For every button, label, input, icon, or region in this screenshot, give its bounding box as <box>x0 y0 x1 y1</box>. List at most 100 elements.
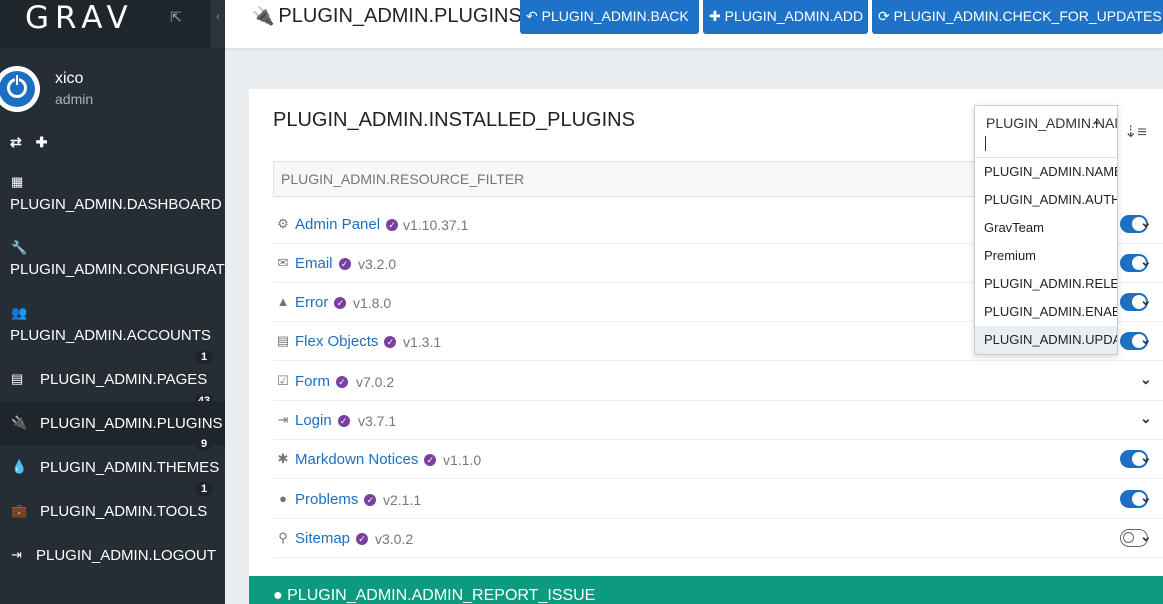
plugin-version: v7.0.2 <box>356 374 395 390</box>
plugin-name-link[interactable]: Sitemap ✓ <box>295 530 369 547</box>
asterisk-icon: ✱ <box>277 451 289 466</box>
sidebar: GRAV ⇱ ‹ xico admin ⇄ ✚ ▦ PLUGIN_ADMIN.DA… <box>0 0 225 604</box>
sidebar-item-label: PLUGIN_ADMIN.CONFIGURATION <box>10 261 225 278</box>
plugin-name-link[interactable]: Login ✓ <box>295 412 350 429</box>
plugin-row[interactable]: ⚲ Sitemap ✓ v3.0.2 ⌄ <box>273 519 1163 558</box>
plugin-row[interactable]: ⇥ Login ✓ v3.7.1 ⌄ <box>273 401 1163 440</box>
plugin-name-link[interactable]: Email ✓ <box>295 255 351 272</box>
sort-option[interactable]: PLUGIN_ADMIN.UPDATES <box>975 326 1117 354</box>
resource-filter[interactable] <box>273 161 993 197</box>
sidebar-item-label: PLUGIN_ADMIN.TOOLS <box>40 503 208 520</box>
brand-bar: GRAV ⇱ ‹ <box>0 0 225 48</box>
sidebar-item-label: PLUGIN_ADMIN.ACCOUNTS <box>10 327 211 344</box>
filter-input[interactable] <box>274 162 992 196</box>
quick-actions: ⇄ ✚ <box>10 134 61 151</box>
exclamation-circle-icon: ● <box>279 491 287 506</box>
chevron-down-icon[interactable]: ⌄ <box>1140 449 1152 466</box>
sidebar-item-configuration[interactable]: 🔧 PLUGIN_ADMIN.CONFIGURATION <box>0 238 225 298</box>
sidebar-item-label: PLUGIN_ADMIN.PLUGINS <box>40 415 223 432</box>
refresh-icon[interactable]: ⇄ <box>10 134 22 150</box>
report-issue-button[interactable]: ● PLUGIN_ADMIN.ADMIN_REPORT_ISSUE <box>249 576 1163 604</box>
chevron-down-icon[interactable]: ⌄ <box>1140 528 1152 545</box>
plugin-name-link[interactable]: Admin Panel ✓ <box>295 216 399 233</box>
plugin-row[interactable]: ✱ Markdown Notices ✓ v1.1.0 ⌄ <box>273 440 1163 479</box>
chevron-down-icon[interactable]: ⌄ <box>1140 489 1152 506</box>
sidebar-item-plugins[interactable]: 🔌 PLUGIN_ADMIN.PLUGINS 9 <box>0 401 225 451</box>
tint-icon: 💧 <box>11 459 28 474</box>
sign-out-icon: ⇥ <box>11 547 22 562</box>
sort-select-input[interactable]: PLUGIN_ADMIN.NAME ⌃ <box>975 106 1117 158</box>
chevron-left-icon[interactable]: ‹ <box>211 0 225 48</box>
sort-option[interactable]: PLUGIN_ADMIN.RELEASE_DATE <box>975 270 1117 298</box>
plus-icon: ✚ <box>709 8 721 24</box>
chevron-down-icon[interactable]: ⌄ <box>1140 410 1152 427</box>
verified-icon: ✓ <box>334 297 347 309</box>
chevron-down-icon[interactable]: ⌄ <box>1140 214 1152 231</box>
users-icon: 👥 <box>11 305 28 320</box>
plugin-row[interactable]: ☑ Form ✓ v7.0.2 ⌄ <box>273 362 1163 401</box>
plugin-name-link[interactable]: Form ✓ <box>295 373 348 390</box>
sort-amount-icon[interactable]: ⇣≡ <box>1124 122 1147 142</box>
plug-icon: 🔌 <box>11 415 28 430</box>
check-updates-button[interactable]: ⟳ PLUGIN_ADMIN.CHECK_FOR_UPDATES <box>872 0 1163 34</box>
chevron-down-icon[interactable]: ⌄ <box>1140 253 1152 270</box>
plugin-version: v3.7.1 <box>358 413 397 429</box>
sort-option[interactable]: Premium <box>975 242 1117 270</box>
github-icon: ● <box>273 587 283 604</box>
sort-option[interactable]: PLUGIN_ADMIN.AUTHOR <box>975 186 1117 214</box>
sidebar-item-accounts[interactable]: 👥 PLUGIN_ADMIN.ACCOUNTS 1 <box>0 303 225 364</box>
chevron-up-icon[interactable]: ⌃ <box>1091 119 1101 133</box>
grid-icon: ▦ <box>11 174 24 189</box>
plugin-version: v3.2.0 <box>358 256 397 272</box>
user-profile[interactable]: xico admin <box>0 60 225 120</box>
plugin-version: v3.0.2 <box>375 531 414 547</box>
list-alt-icon: ▤ <box>276 333 290 348</box>
top-bar: 🔌 PLUGIN_ADMIN.PLUGINS ↶ PLUGIN_ADMIN.BAC… <box>225 0 1163 48</box>
text-cursor <box>985 136 986 151</box>
sidebar-item-tools[interactable]: 💼 PLUGIN_ADMIN.TOOLS <box>0 496 225 540</box>
sidebar-item-dashboard[interactable]: ▦ PLUGIN_ADMIN.DASHBOARD <box>0 172 225 232</box>
sort-option[interactable]: GravTeam <box>975 214 1117 242</box>
external-link-icon[interactable]: ⇱ <box>170 9 182 26</box>
sidebar-item-logout[interactable]: ⇥ PLUGIN_ADMIN.LOGOUT <box>0 540 225 584</box>
plugin-name-link[interactable]: Error ✓ <box>295 294 347 311</box>
user-role: admin <box>55 91 94 107</box>
avatar <box>0 66 40 112</box>
sort-option[interactable]: PLUGIN_ADMIN.ENABLED <box>975 298 1117 326</box>
chevron-down-icon[interactable]: ⌄ <box>1140 371 1152 388</box>
envelope-icon: ✉ <box>277 255 289 270</box>
verified-icon: ✓ <box>356 533 369 545</box>
wrench-icon: 🔧 <box>11 240 28 255</box>
back-button[interactable]: ↶ PLUGIN_ADMIN.BACK <box>520 0 699 34</box>
section-title: PLUGIN_ADMIN.INSTALLED_PLUGINS <box>273 109 635 131</box>
sidebar-item-themes[interactable]: 💧 PLUGIN_ADMIN.THEMES 1 <box>0 452 225 496</box>
user-name: xico <box>55 70 84 87</box>
grav-logo[interactable]: GRAV <box>25 0 134 36</box>
sidebar-item-label: PLUGIN_ADMIN.THEMES <box>40 459 220 476</box>
chevron-down-icon[interactable]: ⌄ <box>1140 292 1152 309</box>
count-badge: 1 <box>195 482 213 496</box>
plugin-version: v1.8.0 <box>353 295 392 311</box>
sort-select-dropdown[interactable]: PLUGIN_ADMIN.NAME ⌃ PLUGIN_ADMIN.NAME PL… <box>974 105 1118 355</box>
plugin-version: v1.1.0 <box>443 452 482 468</box>
chevron-down-icon[interactable]: ⌄ <box>1140 331 1152 348</box>
sign-in-icon: ⇥ <box>277 412 289 427</box>
briefcase-icon: 💼 <box>11 503 28 518</box>
plugin-name-link[interactable]: Problems ✓ <box>295 491 377 508</box>
plugin-name-link[interactable]: Flex Objects ✓ <box>295 333 397 350</box>
sort-option[interactable]: PLUGIN_ADMIN.NAME <box>975 158 1117 186</box>
admin-panel-icon: ⚙ <box>277 216 289 231</box>
refresh-icon: ⟳ <box>878 8 890 24</box>
verified-icon: ✓ <box>336 376 348 388</box>
map-marker-icon: ⚲ <box>278 530 288 545</box>
verified-icon: ✓ <box>338 258 351 270</box>
plus-icon[interactable]: ✚ <box>36 134 48 150</box>
verified-icon: ✓ <box>364 494 377 506</box>
count-badge: 9 <box>195 437 213 451</box>
add-button[interactable]: ✚ PLUGIN_ADMIN.ADD <box>703 0 868 34</box>
check-square-icon: ☑ <box>277 373 289 388</box>
plugin-row[interactable]: ● Problems ✓ v2.1.1 ⌄ <box>273 480 1163 519</box>
plugin-version: v1.3.1 <box>403 334 442 350</box>
plugin-name-link[interactable]: Markdown Notices ✓ <box>295 451 437 468</box>
sidebar-item-label: PLUGIN_ADMIN.LOGOUT <box>36 547 217 564</box>
